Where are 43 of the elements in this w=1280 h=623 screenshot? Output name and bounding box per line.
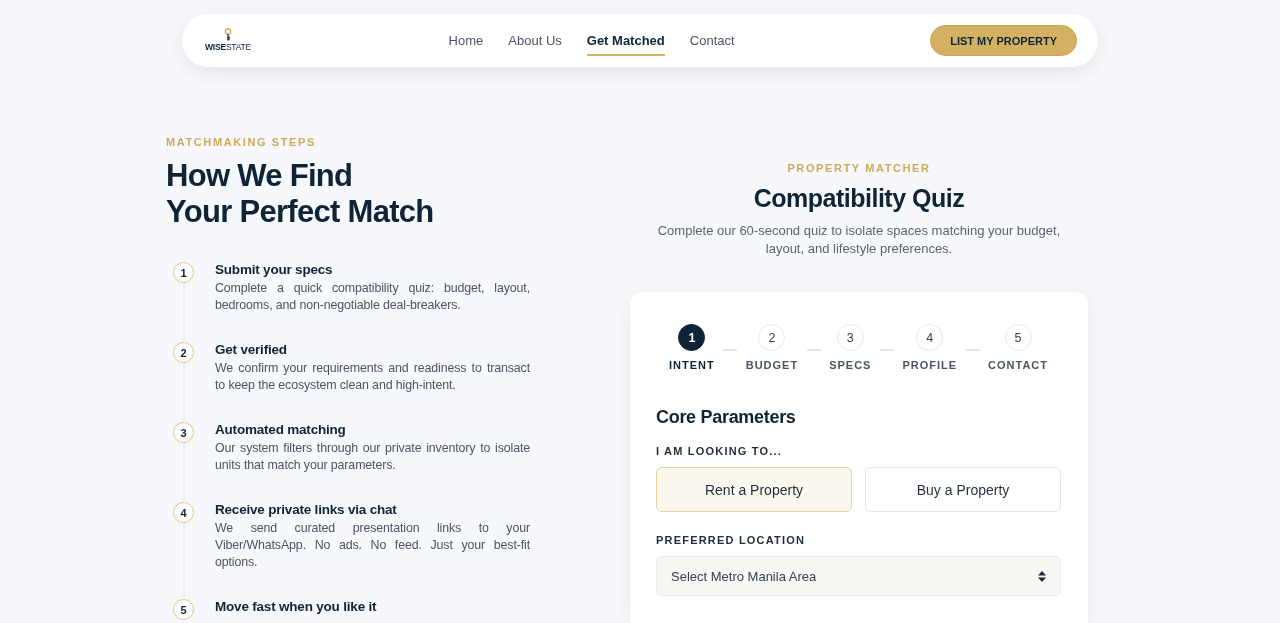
form-section-title: Core Parameters (656, 406, 797, 429)
logo-text: WISESTATE (204, 41, 252, 52)
progress-step-number: 2 (758, 324, 786, 351)
step-number: 3 (173, 422, 194, 443)
progress-step-label: CONTACT (988, 358, 1048, 372)
progress-step-label: SPECS (829, 358, 872, 372)
quiz-description: Complete our 60-second quiz to isolate spaces matching your budget, layout, and lifestyle preferences. (656, 222, 1062, 257)
step-description: We send curated presentation links to your Viber/WhatsApp. No ads. No feed. Just your best-fit options. (215, 520, 530, 571)
quiz-eyebrow: PROPERTY MATCHER (787, 161, 931, 175)
nav-link[interactable]: Home (448, 25, 484, 56)
progress-step-number: 3 (836, 324, 864, 351)
progress-step-number: 5 (1004, 324, 1032, 351)
option-button[interactable]: Rent a Property (656, 467, 852, 512)
step-title: Get verified (215, 341, 288, 359)
up-down-arrows-icon (1038, 570, 1046, 582)
progress-step-label: PROFILE (902, 358, 958, 372)
location-select[interactable]: Select Metro Manila Area (656, 556, 1061, 596)
step-description: Complete a quick compatibility quiz: budget, layout, bedrooms, and non-negotiable deal-breakers. (215, 280, 530, 314)
step-title: Automated matching (215, 421, 347, 439)
field-label: PREFERRED LOCATION (656, 533, 806, 547)
key-icon (224, 27, 232, 41)
progress-step-number: 1 (678, 324, 706, 351)
step-number: 2 (173, 342, 194, 363)
nav-link[interactable]: About Us (508, 25, 562, 56)
progress-step-label: INTENT (669, 358, 715, 372)
progress-step-number: 4 (916, 324, 944, 351)
step-number: 4 (173, 502, 194, 523)
step-title: Receive private links via chat (215, 501, 398, 519)
step-number: 1 (173, 262, 194, 283)
nav-link[interactable]: Contact (689, 25, 735, 56)
step-description: Our system filters through our private inventory to isolate units that match your parameters. (215, 440, 530, 474)
section-heading: How We Find Your Perfect Match (166, 158, 434, 230)
step-description: We confirm your requirements and readiness to transact to keep the ecosystem clean and high-intent. (215, 360, 530, 394)
option-button[interactable]: Buy a Property (865, 467, 1061, 512)
quiz-title: Compatibility Quiz (752, 183, 966, 214)
step-title: Submit your specs (215, 261, 334, 279)
section-eyebrow: MATCHMAKING STEPS (166, 135, 316, 149)
field-label: I AM LOOKING TO... (656, 444, 783, 458)
list-property-button[interactable]: LIST MY PROPERTY (930, 25, 1077, 56)
nav-link[interactable]: Get Matched (586, 25, 665, 56)
step-number: 5 (173, 599, 194, 620)
step-title: Move fast when you like it (215, 598, 378, 616)
progress-step-label: BUDGET (745, 358, 799, 372)
